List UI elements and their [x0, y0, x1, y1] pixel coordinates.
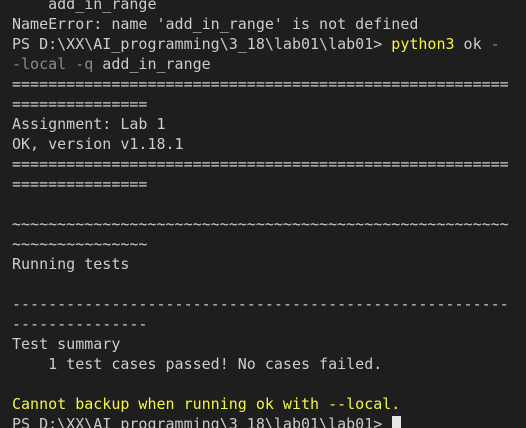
text-cursor — [392, 416, 402, 428]
name-error-line: NameError: name 'add_in_range' is not de… — [12, 15, 419, 33]
tilde-separator-line-wrap: ~~~~~~~~~~~~~~~ — [12, 235, 148, 253]
running-tests-line: Running tests — [12, 255, 130, 273]
dash-separator-line: ----------------------------------------… — [12, 295, 509, 313]
dash-separator-line-wrap: --------------- — [12, 315, 148, 333]
command-name: python3 — [391, 35, 455, 53]
test-summary-heading: Test summary — [12, 335, 121, 353]
backup-warning-line: Cannot backup when running ok with --loc… — [12, 395, 401, 413]
active-prompt-line[interactable]: PS D:\XX\AI_programming\3_18\lab01\lab01… — [12, 414, 512, 428]
assignment-line: Assignment: Lab 1 — [12, 115, 166, 133]
command-arg: ok — [454, 35, 482, 53]
command-flag-start: - — [481, 35, 500, 53]
separator-line-wrap: =============== — [12, 175, 148, 193]
version-line: OK, version v1.18.1 — [12, 135, 184, 153]
shell-prompt: PS D:\XX\AI_programming\3_18\lab01\lab01… — [12, 415, 392, 428]
command-line-wrap: -local -q add_in_range — [12, 54, 512, 74]
command-line: PS D:\XX\AI_programming\3_18\lab01\lab01… — [12, 34, 512, 54]
shell-prompt: PS D:\XX\AI_programming\3_18\lab01\lab01… — [12, 35, 392, 53]
separator-line: ========================================… — [12, 75, 509, 93]
command-flags: -local -q — [12, 55, 94, 73]
separator-line-wrap: =============== — [12, 95, 148, 113]
tilde-separator-line: ~~~~~~~~~~~~~~~~~~~~~~~~~~~~~~~~~~~~~~~~… — [12, 215, 509, 233]
separator-line: ========================================… — [12, 155, 509, 173]
traceback-source-line: add_in_range — [12, 0, 157, 13]
command-question-arg: add_in_range — [93, 55, 211, 73]
terminal-panel[interactable]: add_in_range NameError: name 'add_in_ran… — [0, 0, 526, 428]
terminal-buffer: add_in_range NameError: name 'add_in_ran… — [12, 0, 512, 428]
test-result-line: 1 test cases passed! No cases failed. — [12, 355, 383, 373]
